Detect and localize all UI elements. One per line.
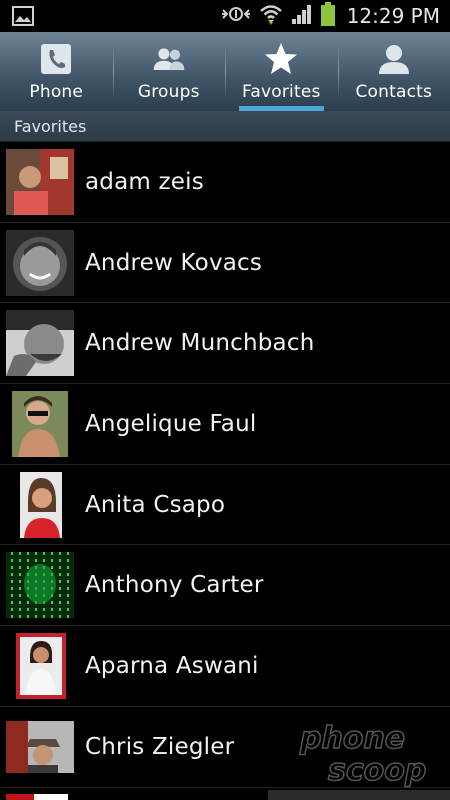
contact-name: adam zeis xyxy=(85,168,204,195)
list-item[interactable]: Aparna Aswani xyxy=(0,626,450,707)
svg-text:scoop: scoop xyxy=(328,753,426,788)
signal-icon xyxy=(291,4,313,28)
tab-groups[interactable]: Groups xyxy=(112,32,226,111)
list-item[interactable]: Anthony Carter xyxy=(0,545,450,627)
contact-name: Anita Csapo xyxy=(85,491,226,518)
avatar xyxy=(20,471,62,538)
list-item[interactable]: Angelique Faul xyxy=(0,384,450,465)
avatar xyxy=(6,720,74,773)
tab-contacts[interactable]: Contacts xyxy=(337,32,450,111)
tab-label-groups: Groups xyxy=(137,82,200,102)
contact-name: Chris Ziegler xyxy=(85,733,235,760)
tab-label-contacts: Contacts xyxy=(355,82,433,102)
list-item[interactable]: Anita Csapo xyxy=(0,465,450,546)
list-item[interactable]: Andrew Munchbach xyxy=(0,303,450,385)
tab-label-phone: Phone xyxy=(29,82,84,102)
contact-name: Andrew Kovacs xyxy=(85,249,263,276)
section-title: Favorites xyxy=(14,116,87,136)
phonescoop-watermark-logo: phone scoop xyxy=(298,720,427,788)
tab-bar: Phone Groups Favorites Contacts xyxy=(0,32,450,111)
tab-favorites[interactable]: Favorites xyxy=(225,32,338,111)
tab-label-favorites: Favorites xyxy=(241,82,321,102)
phone-icon xyxy=(39,42,73,76)
list-item[interactable]: Andrew Kovacs xyxy=(0,223,450,304)
contact-name: Aparna Aswani xyxy=(85,652,259,679)
data-transfer-icon xyxy=(221,3,251,29)
list-item[interactable]: adam zeis xyxy=(0,142,450,223)
clock: 12:29 PM xyxy=(346,4,440,28)
wifi-icon xyxy=(259,3,283,29)
contact-icon xyxy=(377,42,411,76)
avatar xyxy=(6,148,74,215)
avatar xyxy=(16,632,66,699)
bottom-overlay-bar xyxy=(268,790,450,800)
battery-icon xyxy=(320,2,335,30)
gallery-notification-icon xyxy=(12,6,34,30)
svg-text:phone: phone xyxy=(299,721,405,756)
favorites-list[interactable]: adam zeis Andrew Kovacs Andrew Munchbach xyxy=(0,142,450,788)
groups-icon xyxy=(152,42,186,76)
avatar xyxy=(6,794,68,800)
tab-phone[interactable]: Phone xyxy=(0,32,113,111)
avatar xyxy=(12,390,68,457)
avatar xyxy=(6,229,74,296)
avatar xyxy=(6,310,74,377)
star-icon xyxy=(264,42,298,76)
status-bar: 12:29 PM xyxy=(0,0,450,32)
contact-name: Anthony Carter xyxy=(85,572,264,599)
avatar xyxy=(6,552,74,619)
section-header: Favorites xyxy=(0,111,450,142)
contact-name: Andrew Munchbach xyxy=(85,330,315,357)
contact-name: Angelique Faul xyxy=(85,410,257,437)
